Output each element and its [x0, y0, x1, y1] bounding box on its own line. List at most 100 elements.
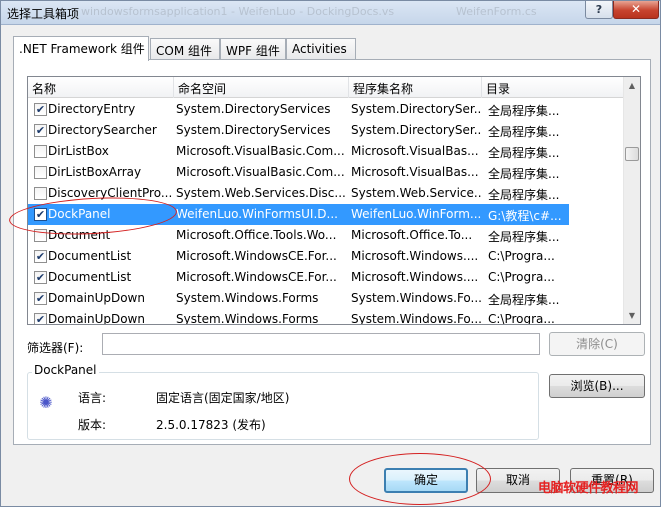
background-window-title: windowsformsapplication1 - WeifenLuo - D…	[81, 5, 395, 18]
tab-panel: 名称 命名空间 程序集名称 目录 ✔ DirectoryEntry System.D…	[13, 59, 651, 445]
title-bar[interactable]: 选择工具箱项 windowsformsapplication1 - Weifen…	[1, 1, 660, 25]
cell-ns: System.DirectoryServices	[176, 102, 331, 116]
cell-name: DiscoveryClientPro...	[48, 186, 172, 200]
tab-com[interactable]: COM 组件	[150, 38, 220, 60]
cell-ns: Microsoft.WindowsCE.For...	[176, 270, 337, 284]
cell-dir: 全局程序集...	[488, 293, 560, 307]
row-checkbox[interactable]: ✔	[34, 292, 47, 305]
table-row[interactable]: ✔ DomainUpDown System.Windows.Forms System.…	[28, 288, 569, 309]
cell-dir: 全局程序集...	[488, 125, 560, 139]
filter-label: 筛选器(F):	[27, 341, 84, 355]
help-button[interactable]: ?	[585, 1, 613, 19]
table-row[interactable]: ✔ DomainUpDown System.Windows.Forms System.…	[28, 309, 569, 325]
cell-name: DomainUpDown	[48, 312, 145, 325]
cell-name: DirListBox	[48, 144, 109, 158]
cell-asm: WeifenLuo.WinForm...	[351, 207, 481, 221]
table-row[interactable]: ✔ DirectorySearcher System.DirectoryServic…	[28, 120, 569, 141]
cell-dir: 全局程序集...	[488, 146, 560, 160]
table-row[interactable]: DiscoveryClientPro... System.Web.Services…	[28, 183, 569, 204]
cell-dir: G:\教程\c#...	[488, 209, 562, 223]
cell-asm: Microsoft.VisualBas...	[351, 144, 479, 158]
cell-ns: Microsoft.Office.Tools.Wo...	[176, 228, 337, 242]
row-checkbox[interactable]: ✔	[34, 208, 47, 221]
scroll-up-icon[interactable]: ▲	[624, 77, 640, 94]
cell-ns: Microsoft.VisualBasic.Com...	[176, 144, 345, 158]
cell-dir: C:\Progra...	[488, 270, 555, 284]
table-row[interactable]: DirListBox Microsoft.VisualBasic.Com... Mi…	[28, 141, 569, 162]
row-checkbox[interactable]	[34, 187, 47, 200]
cell-ns: Microsoft.WindowsCE.For...	[176, 249, 337, 263]
cell-name: DockPanel	[48, 207, 111, 221]
cell-dir: 全局程序集...	[488, 230, 560, 244]
row-checkbox[interactable]: ✔	[34, 103, 47, 116]
language-label: 语言:	[78, 391, 107, 405]
tab-net-framework[interactable]: .NET Framework 组件	[13, 36, 149, 61]
cell-asm: Microsoft.Windows....	[351, 249, 479, 263]
table-row[interactable]: Document Microsoft.Office.Tools.Wo... Micr…	[28, 225, 569, 246]
choose-toolbox-items-dialog: 选择工具箱项 windowsformsapplication1 - Weifen…	[0, 0, 661, 507]
column-header-assembly[interactable]: 程序集名称	[349, 77, 482, 98]
row-checkbox[interactable]: ✔	[34, 124, 47, 137]
cell-name: DomainUpDown	[48, 291, 145, 305]
cell-name: Document	[48, 228, 111, 242]
cell-name: DirListBoxArray	[48, 165, 142, 179]
cell-asm: Microsoft.Office.To...	[351, 228, 473, 242]
cell-name: DirectorySearcher	[48, 123, 157, 137]
row-checkbox[interactable]	[34, 145, 47, 158]
cell-name: DirectoryEntry	[48, 102, 136, 116]
version-value: 2.5.0.17823 (发布)	[156, 418, 266, 432]
cell-ns: System.DirectoryServices	[176, 123, 331, 137]
row-checkbox[interactable]	[34, 166, 47, 179]
cell-ns: System.Windows.Forms	[176, 312, 319, 325]
cell-asm: System.Web.Service...	[351, 186, 481, 200]
cell-dir: 全局程序集...	[488, 188, 560, 202]
tab-wpf[interactable]: WPF 组件	[220, 38, 286, 60]
filter-input[interactable]	[102, 333, 540, 355]
clear-button[interactable]: 清除(C)	[549, 332, 645, 356]
close-button[interactable]: ✕	[613, 1, 659, 19]
cell-asm: System.DirectorySer...	[351, 123, 481, 137]
scroll-thumb[interactable]	[625, 147, 639, 161]
details-title: DockPanel	[32, 363, 99, 377]
browse-button[interactable]: 浏览(B)...	[549, 374, 645, 398]
cell-ns: Microsoft.VisualBasic.Com...	[176, 165, 345, 179]
gear-icon: ✺	[39, 393, 53, 412]
row-checkbox[interactable]: ✔	[34, 250, 47, 263]
watermark: 电脑软硬件教程网	[538, 481, 639, 496]
cell-dir: C:\Progra...	[488, 249, 555, 263]
version-label: 版本:	[78, 418, 107, 432]
table-row[interactable]: ✔ DockPanel WeifenLuo.WinFormsUI.D... Weife…	[28, 204, 569, 225]
vertical-scrollbar[interactable]: ▲ ▼	[623, 77, 640, 324]
cell-name: DocumentList	[48, 249, 132, 263]
column-header-name[interactable]: 名称	[28, 77, 174, 98]
list-header: 名称 命名空间 程序集名称 目录	[28, 77, 625, 98]
cell-name: DocumentList	[48, 270, 132, 284]
cell-dir: C:\Progra...	[488, 312, 555, 325]
cell-asm: Microsoft.VisualBas...	[351, 165, 479, 179]
cell-asm: Microsoft.Windows....	[351, 270, 479, 284]
table-row[interactable]: ✔ DocumentList Microsoft.WindowsCE.For... M…	[28, 267, 569, 288]
cell-ns: WeifenLuo.WinFormsUI.D...	[176, 207, 338, 221]
cell-asm: System.DirectorySer...	[351, 102, 481, 116]
language-value: 固定语言(固定国家/地区)	[156, 391, 290, 405]
cell-ns: System.Web.Services.Disc...	[176, 186, 346, 200]
dialog-title: 选择工具箱项	[7, 7, 80, 21]
cell-asm: System.Windows.Fo...	[351, 291, 481, 305]
table-row[interactable]: ✔ DocumentList Microsoft.WindowsCE.For... M…	[28, 246, 569, 267]
cell-dir: 全局程序集...	[488, 104, 560, 118]
ok-button[interactable]: 确定	[384, 468, 468, 493]
components-list[interactable]: 名称 命名空间 程序集名称 目录 ✔ DirectoryEntry System.D…	[27, 76, 641, 325]
row-checkbox[interactable]: ✔	[34, 313, 47, 324]
column-header-namespace[interactable]: 命名空间	[174, 77, 349, 98]
column-header-directory[interactable]: 目录	[482, 77, 625, 98]
tab-activities[interactable]: Activities	[286, 38, 356, 60]
row-checkbox[interactable]: ✔	[34, 271, 47, 284]
cell-asm: System.Windows.Fo...	[351, 312, 481, 325]
row-checkbox[interactable]	[34, 229, 47, 242]
cell-dir: 全局程序集...	[488, 167, 560, 181]
cell-ns: System.Windows.Forms	[176, 291, 319, 305]
scroll-down-icon[interactable]: ▼	[624, 307, 640, 324]
table-row[interactable]: DirListBoxArray Microsoft.VisualBasic.Com…	[28, 162, 569, 183]
background-window-title-2: WeifenForm.cs	[456, 5, 537, 18]
table-row[interactable]: ✔ DirectoryEntry System.DirectoryServices S…	[28, 99, 569, 120]
